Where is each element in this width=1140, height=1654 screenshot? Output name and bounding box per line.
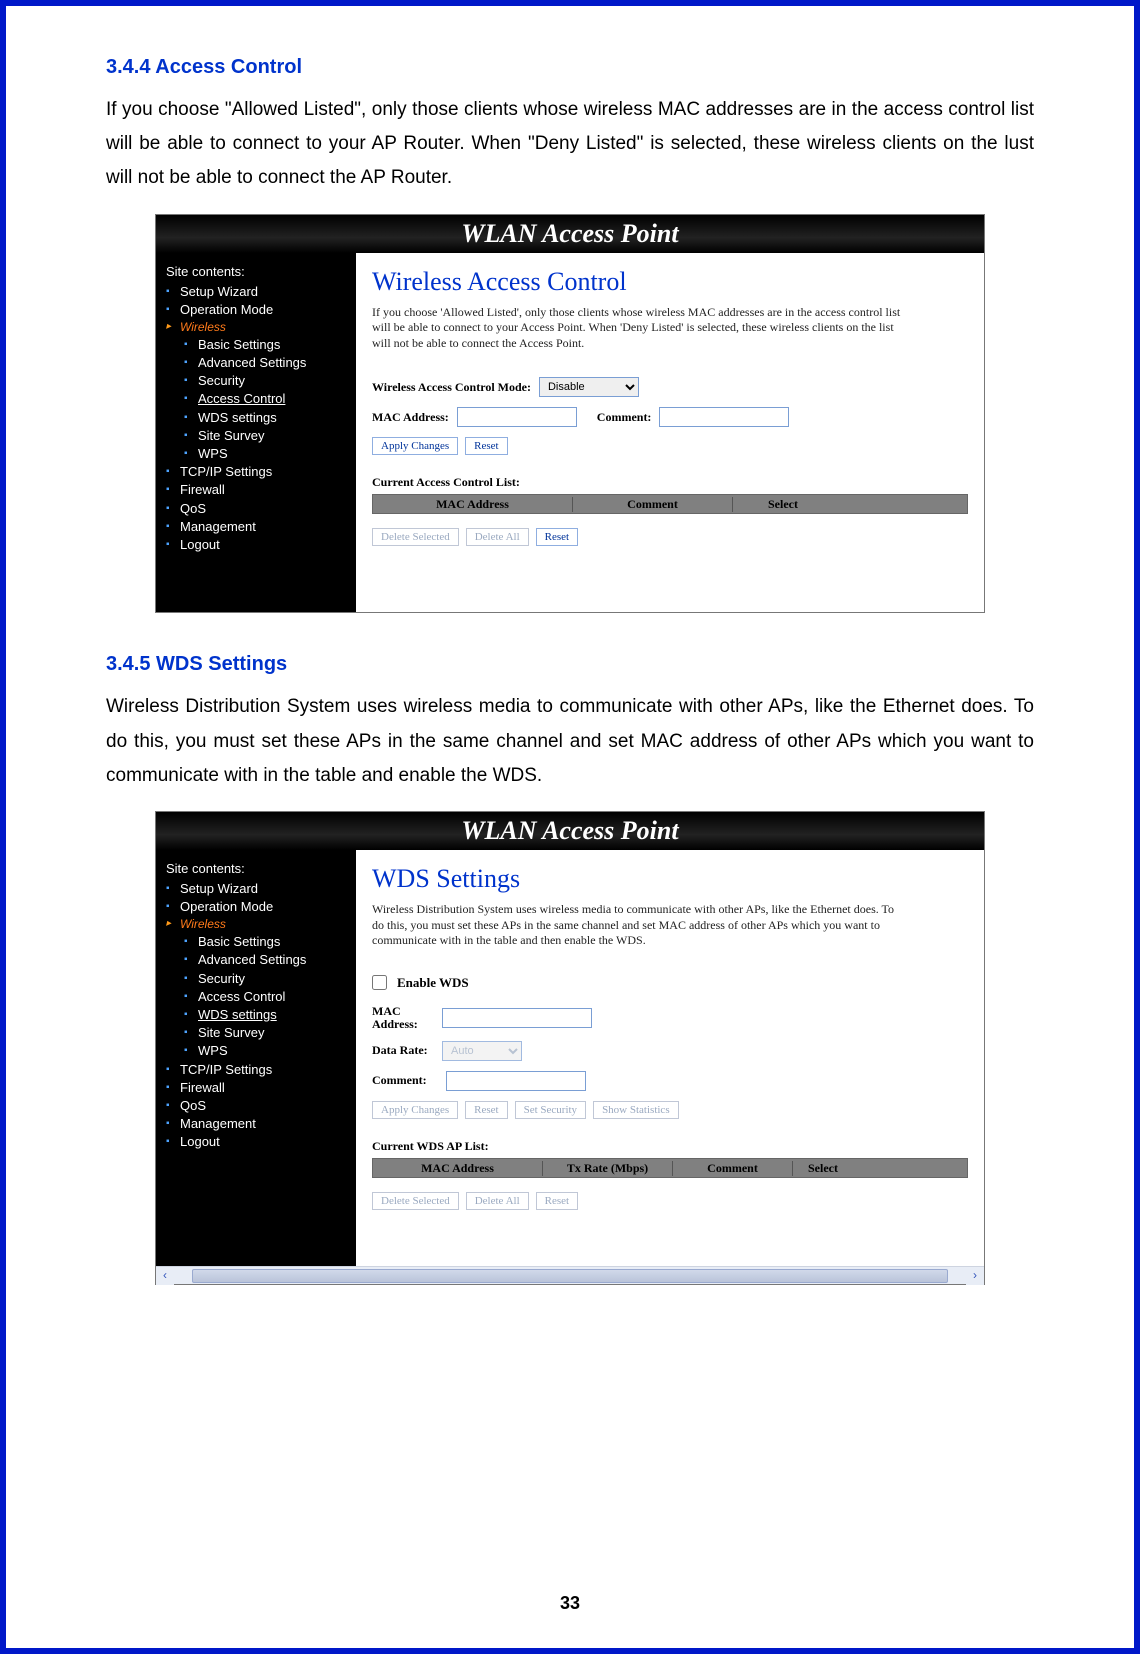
sidebar-item-logout[interactable]: Logout — [166, 1133, 352, 1151]
input-comment[interactable] — [659, 407, 789, 427]
access-list-title: Current Access Control List: — [372, 475, 968, 490]
wds-apply-button[interactable]: Apply Changes — [372, 1101, 458, 1119]
sidebar-item-qos[interactable]: QoS — [166, 500, 352, 518]
router-header-2: WLAN Access Point — [156, 812, 984, 850]
sidebar-item-access-control[interactable]: Access Control — [184, 390, 352, 408]
wds-set-security-button[interactable]: Set Security — [515, 1101, 586, 1119]
section-344-heading: 3.4.4 Access Control — [106, 56, 1034, 79]
section-344-body: If you choose "Allowed Listed", only tho… — [106, 93, 1034, 196]
label-mode: Wireless Access Control Mode: — [372, 380, 531, 395]
router-header: WLAN Access Point — [156, 215, 984, 253]
reset-button[interactable]: Reset — [465, 437, 507, 455]
label-comment: Comment: — [597, 410, 652, 425]
sidebar-item-operation-mode[interactable]: Operation Mode — [166, 898, 352, 916]
select-data-rate[interactable]: Auto — [442, 1041, 522, 1061]
label-wds-comment: Comment: — [372, 1074, 442, 1087]
sidebar-item-wps[interactable]: WPS — [184, 1042, 352, 1060]
input-mac-address[interactable] — [457, 407, 577, 427]
wds-delete-selected-button[interactable]: Delete Selected — [372, 1192, 459, 1210]
col-wds-select: Select — [793, 1161, 853, 1176]
horizontal-scrollbar[interactable]: ‹ › — [156, 1266, 984, 1284]
sidebar-item-basic-settings[interactable]: Basic Settings — [184, 336, 352, 354]
router-screenshot-access-control: WLAN Access Point Site contents: Setup W… — [155, 214, 985, 614]
sidebar-title-2: Site contents: — [166, 860, 352, 878]
panel-title-wds: WDS Settings — [372, 864, 968, 894]
router-sidebar: Site contents: Setup Wizard Operation Mo… — [156, 253, 356, 613]
page-number: 33 — [6, 1593, 1134, 1614]
sidebar-item-firewall[interactable]: Firewall — [166, 481, 352, 499]
col-wds-rate: Tx Rate (Mbps) — [543, 1161, 673, 1176]
delete-selected-button[interactable]: Delete Selected — [372, 528, 459, 546]
reset-list-button[interactable]: Reset — [536, 528, 578, 546]
sidebar-item-management[interactable]: Management — [166, 518, 352, 536]
sidebar-item-basic-settings[interactable]: Basic Settings — [184, 933, 352, 951]
col-comment: Comment — [573, 497, 733, 512]
label-enable-wds: Enable WDS — [397, 975, 469, 991]
sidebar-item-management[interactable]: Management — [166, 1115, 352, 1133]
sidebar-item-firewall[interactable]: Firewall — [166, 1079, 352, 1097]
section-345-heading: 3.4.5 WDS Settings — [106, 653, 1034, 676]
sidebar-item-setup-wizard[interactable]: Setup Wizard — [166, 283, 352, 301]
sidebar-item-security[interactable]: Security — [184, 372, 352, 390]
scroll-thumb[interactable] — [192, 1269, 948, 1283]
wds-list-header: MAC Address Tx Rate (Mbps) Comment Selec… — [372, 1158, 968, 1178]
label-wds-mac: MAC Address: — [372, 1005, 442, 1031]
col-wds-mac: MAC Address — [373, 1161, 543, 1176]
sidebar-item-advanced-settings[interactable]: Advanced Settings — [184, 951, 352, 969]
sidebar-folder-wireless[interactable]: Wireless — [166, 319, 352, 336]
sidebar-item-operation-mode[interactable]: Operation Mode — [166, 301, 352, 319]
wds-reset-button[interactable]: Reset — [465, 1101, 507, 1119]
sidebar-item-site-survey[interactable]: Site Survey — [184, 427, 352, 445]
sidebar-item-security[interactable]: Security — [184, 970, 352, 988]
sidebar-title: Site contents: — [166, 263, 352, 281]
col-wds-comment: Comment — [673, 1161, 793, 1176]
apply-changes-button[interactable]: Apply Changes — [372, 437, 458, 455]
sidebar-item-wds-settings[interactable]: WDS settings — [184, 1006, 352, 1024]
sidebar-item-wds-settings[interactable]: WDS settings — [184, 409, 352, 427]
panel-wds: WDS Settings Wireless Distribution Syste… — [356, 850, 984, 1266]
wds-reset-list-button[interactable]: Reset — [536, 1192, 578, 1210]
sidebar-item-advanced-settings[interactable]: Advanced Settings — [184, 354, 352, 372]
sidebar-item-qos[interactable]: QoS — [166, 1097, 352, 1115]
col-select: Select — [733, 497, 833, 512]
scroll-left-arrow-icon[interactable]: ‹ — [156, 1267, 174, 1285]
panel-desc-access: If you choose 'Allowed Listed', only tho… — [372, 305, 902, 352]
label-data-rate: Data Rate: — [372, 1044, 442, 1057]
select-access-mode[interactable]: Disable — [539, 377, 639, 397]
checkbox-enable-wds[interactable] — [372, 975, 387, 990]
wds-show-stats-button[interactable]: Show Statistics — [593, 1101, 679, 1119]
router-sidebar-2: Site contents: Setup Wizard Operation Mo… — [156, 850, 356, 1266]
col-mac: MAC Address — [373, 497, 573, 512]
wds-delete-all-button[interactable]: Delete All — [466, 1192, 529, 1210]
sidebar-item-tcpip-settings[interactable]: TCP/IP Settings — [166, 463, 352, 481]
panel-title-access: Wireless Access Control — [372, 267, 968, 297]
section-345-body: Wireless Distribution System uses wirele… — [106, 690, 1034, 793]
sidebar-item-setup-wizard[interactable]: Setup Wizard — [166, 880, 352, 898]
input-wds-comment[interactable] — [446, 1071, 586, 1091]
page-frame: 3.4.4 Access Control If you choose "Allo… — [0, 0, 1140, 1654]
panel-desc-wds: Wireless Distribution System uses wirele… — [372, 902, 902, 949]
input-wds-mac[interactable] — [442, 1008, 592, 1028]
panel-access-control: Wireless Access Control If you choose 'A… — [356, 253, 984, 613]
wds-list-title: Current WDS AP List: — [372, 1139, 968, 1154]
sidebar-item-tcpip-settings[interactable]: TCP/IP Settings — [166, 1061, 352, 1079]
sidebar-item-logout[interactable]: Logout — [166, 536, 352, 554]
sidebar-item-access-control[interactable]: Access Control — [184, 988, 352, 1006]
access-list-header: MAC Address Comment Select — [372, 494, 968, 514]
scroll-right-arrow-icon[interactable]: › — [966, 1267, 984, 1285]
sidebar-item-site-survey[interactable]: Site Survey — [184, 1024, 352, 1042]
label-mac: MAC Address: — [372, 410, 449, 425]
sidebar-folder-wireless[interactable]: Wireless — [166, 916, 352, 933]
router-screenshot-wds: WLAN Access Point Site contents: Setup W… — [155, 811, 985, 1285]
sidebar-item-wps[interactable]: WPS — [184, 445, 352, 463]
delete-all-button[interactable]: Delete All — [466, 528, 529, 546]
